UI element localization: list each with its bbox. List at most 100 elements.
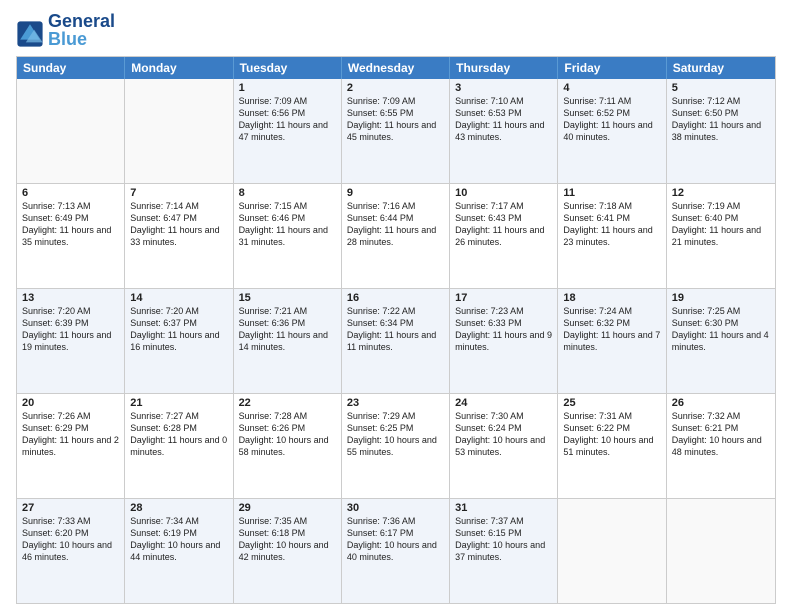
- calendar-header: SundayMondayTuesdayWednesdayThursdayFrid…: [17, 57, 775, 79]
- calendar-cell: 22 Sunrise: 7:28 AM Sunset: 6:26 PM Dayli…: [234, 394, 342, 498]
- cell-content: Sunrise: 7:23 AM Sunset: 6:33 PM Dayligh…: [455, 306, 552, 352]
- calendar-cell: 5 Sunrise: 7:12 AM Sunset: 6:50 PM Daylig…: [667, 79, 775, 183]
- cell-content: Sunrise: 7:27 AM Sunset: 6:28 PM Dayligh…: [130, 411, 227, 457]
- day-number: 28: [130, 502, 227, 514]
- calendar-cell: 2Sunrise: 7:09 AM Sunset: 6:55 PM Daylig…: [342, 79, 450, 183]
- cell-content: Sunrise: 7:30 AM Sunset: 6:24 PM Dayligh…: [455, 411, 545, 457]
- calendar-header-cell: Monday: [125, 57, 233, 79]
- calendar-cell: 9Sunrise: 7:16 AM Sunset: 6:44 PM Daylig…: [342, 184, 450, 288]
- cell-content: Sunrise: 7:35 AM Sunset: 6:18 PM Dayligh…: [239, 516, 329, 562]
- calendar-cell: 30 Sunrise: 7:36 AM Sunset: 6:17 PM Dayli…: [342, 499, 450, 603]
- calendar-header-cell: Saturday: [667, 57, 775, 79]
- cell-content: Sunrise: 7:25 AM Sunset: 6:30 PM Dayligh…: [672, 306, 769, 352]
- calendar-body: 1 Sunrise: 7:09 AM Sunset: 6:56 PM Daylig…: [17, 79, 775, 603]
- cell-content: Sunrise: 7:32 AM Sunset: 6:21 PM Dayligh…: [672, 411, 762, 457]
- cell-content: Sunrise: 7:33 AM Sunset: 6:20 PM Dayligh…: [22, 516, 112, 562]
- cell-content: Sunrise: 7:24 AM Sunset: 6:32 PM Dayligh…: [563, 306, 660, 352]
- day-number: 18: [563, 292, 660, 304]
- cell-content: Sunrise: 7:22 AM Sunset: 6:34 PM Dayligh…: [347, 306, 436, 352]
- day-number: 31: [455, 502, 552, 514]
- cell-content: Sunrise: 7:11 AM Sunset: 6:52 PM Dayligh…: [563, 96, 652, 142]
- calendar-cell: 19 Sunrise: 7:25 AM Sunset: 6:30 PM Dayli…: [667, 289, 775, 393]
- cell-content: Sunrise: 7:13 AM Sunset: 6:49 PM Dayligh…: [22, 201, 111, 247]
- day-number: 4: [563, 82, 660, 94]
- calendar-header-cell: Wednesday: [342, 57, 450, 79]
- calendar-cell: 26 Sunrise: 7:32 AM Sunset: 6:21 PM Dayli…: [667, 394, 775, 498]
- day-number: 19: [672, 292, 770, 304]
- calendar-cell: 1 Sunrise: 7:09 AM Sunset: 6:56 PM Daylig…: [234, 79, 342, 183]
- calendar-cell: 31 Sunrise: 7:37 AM Sunset: 6:15 PM Dayli…: [450, 499, 558, 603]
- cell-content: Sunrise: 7:17 AM Sunset: 6:43 PM Dayligh…: [455, 201, 544, 247]
- calendar-row: 6 Sunrise: 7:13 AM Sunset: 6:49 PM Daylig…: [17, 184, 775, 289]
- calendar-cell: 21Sunrise: 7:27 AM Sunset: 6:28 PM Dayli…: [125, 394, 233, 498]
- day-number: 9: [347, 187, 444, 199]
- calendar-row: 1 Sunrise: 7:09 AM Sunset: 6:56 PM Daylig…: [17, 79, 775, 184]
- day-number: 13: [22, 292, 119, 304]
- calendar-row: 20 Sunrise: 7:26 AM Sunset: 6:29 PM Dayli…: [17, 394, 775, 499]
- day-number: 17: [455, 292, 552, 304]
- cell-content: Sunrise: 7:36 AM Sunset: 6:17 PM Dayligh…: [347, 516, 437, 562]
- calendar-header-cell: Thursday: [450, 57, 558, 79]
- day-number: 1: [239, 82, 336, 94]
- day-number: 8: [239, 187, 336, 199]
- cell-content: Sunrise: 7:29 AM Sunset: 6:25 PM Dayligh…: [347, 411, 437, 457]
- calendar-cell: [558, 499, 666, 603]
- calendar-cell: 6 Sunrise: 7:13 AM Sunset: 6:49 PM Daylig…: [17, 184, 125, 288]
- day-number: 15: [239, 292, 336, 304]
- day-number: 3: [455, 82, 552, 94]
- calendar-cell: 20 Sunrise: 7:26 AM Sunset: 6:29 PM Dayli…: [17, 394, 125, 498]
- calendar-cell: 29 Sunrise: 7:35 AM Sunset: 6:18 PM Dayli…: [234, 499, 342, 603]
- day-number: 5: [672, 82, 770, 94]
- calendar-cell: 11 Sunrise: 7:18 AM Sunset: 6:41 PM Dayli…: [558, 184, 666, 288]
- calendar-cell: 10 Sunrise: 7:17 AM Sunset: 6:43 PM Dayli…: [450, 184, 558, 288]
- day-number: 29: [239, 502, 336, 514]
- calendar-row: 13 Sunrise: 7:20 AM Sunset: 6:39 PM Dayli…: [17, 289, 775, 394]
- calendar-cell: 25Sunrise: 7:31 AM Sunset: 6:22 PM Dayli…: [558, 394, 666, 498]
- calendar-header-cell: Tuesday: [234, 57, 342, 79]
- cell-content: Sunrise: 7:19 AM Sunset: 6:40 PM Dayligh…: [672, 201, 761, 247]
- cell-content: Sunrise: 7:15 AM Sunset: 6:46 PM Dayligh…: [239, 201, 328, 247]
- calendar-cell: [125, 79, 233, 183]
- cell-content: Sunrise: 7:20 AM Sunset: 6:39 PM Dayligh…: [22, 306, 111, 352]
- cell-content: Sunrise: 7:37 AM Sunset: 6:15 PM Dayligh…: [455, 516, 545, 562]
- day-number: 22: [239, 397, 336, 409]
- day-number: 25: [563, 397, 660, 409]
- cell-content: Sunrise: 7:18 AM Sunset: 6:41 PM Dayligh…: [563, 201, 652, 247]
- cell-content: Sunrise: 7:20 AM Sunset: 6:37 PM Dayligh…: [130, 306, 219, 352]
- cell-content: Sunrise: 7:26 AM Sunset: 6:29 PM Dayligh…: [22, 411, 119, 457]
- calendar-cell: 7 Sunrise: 7:14 AM Sunset: 6:47 PM Daylig…: [125, 184, 233, 288]
- day-number: 6: [22, 187, 119, 199]
- cell-content: Sunrise: 7:21 AM Sunset: 6:36 PM Dayligh…: [239, 306, 328, 352]
- logo-text: GeneralBlue: [48, 12, 115, 48]
- calendar-cell: 18 Sunrise: 7:24 AM Sunset: 6:32 PM Dayli…: [558, 289, 666, 393]
- calendar-cell: 8 Sunrise: 7:15 AM Sunset: 6:46 PM Daylig…: [234, 184, 342, 288]
- day-number: 2: [347, 82, 444, 94]
- calendar-cell: 17 Sunrise: 7:23 AM Sunset: 6:33 PM Dayli…: [450, 289, 558, 393]
- logo: GeneralBlue: [16, 12, 115, 48]
- calendar-cell: 12Sunrise: 7:19 AM Sunset: 6:40 PM Dayli…: [667, 184, 775, 288]
- day-number: 7: [130, 187, 227, 199]
- calendar-cell: 4 Sunrise: 7:11 AM Sunset: 6:52 PM Daylig…: [558, 79, 666, 183]
- calendar-header-cell: Friday: [558, 57, 666, 79]
- day-number: 24: [455, 397, 552, 409]
- cell-content: Sunrise: 7:28 AM Sunset: 6:26 PM Dayligh…: [239, 411, 329, 457]
- calendar-cell: 14Sunrise: 7:20 AM Sunset: 6:37 PM Dayli…: [125, 289, 233, 393]
- day-number: 30: [347, 502, 444, 514]
- cell-content: Sunrise: 7:09 AM Sunset: 6:56 PM Dayligh…: [239, 96, 328, 142]
- cell-content: Sunrise: 7:14 AM Sunset: 6:47 PM Dayligh…: [130, 201, 219, 247]
- calendar-cell: [17, 79, 125, 183]
- day-number: 10: [455, 187, 552, 199]
- day-number: 20: [22, 397, 119, 409]
- calendar-header-cell: Sunday: [17, 57, 125, 79]
- calendar-cell: 16 Sunrise: 7:22 AM Sunset: 6:34 PM Dayli…: [342, 289, 450, 393]
- calendar-cell: 15 Sunrise: 7:21 AM Sunset: 6:36 PM Dayli…: [234, 289, 342, 393]
- day-number: 16: [347, 292, 444, 304]
- day-number: 27: [22, 502, 119, 514]
- page: GeneralBlue SundayMondayTuesdayWednesday…: [0, 0, 792, 612]
- day-number: 26: [672, 397, 770, 409]
- day-number: 11: [563, 187, 660, 199]
- calendar-cell: 28Sunrise: 7:34 AM Sunset: 6:19 PM Dayli…: [125, 499, 233, 603]
- calendar-row: 27 Sunrise: 7:33 AM Sunset: 6:20 PM Dayli…: [17, 499, 775, 603]
- day-number: 23: [347, 397, 444, 409]
- cell-content: Sunrise: 7:12 AM Sunset: 6:50 PM Dayligh…: [672, 96, 761, 142]
